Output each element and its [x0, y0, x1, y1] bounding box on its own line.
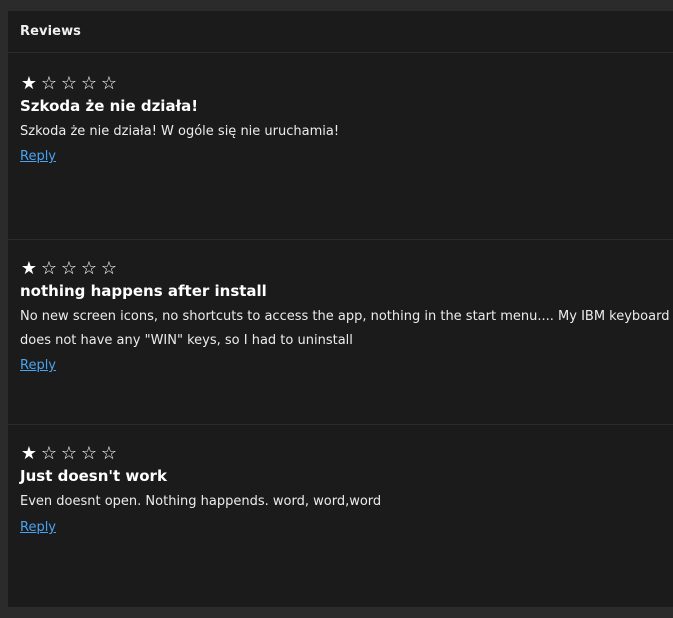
star-empty-icon: ☆: [100, 443, 118, 464]
review-title: Szkoda że nie działa!: [20, 97, 199, 115]
reviews-title: Reviews: [20, 24, 82, 39]
review-item: ★ ☆ ☆ ☆ ☆ Just doesn't work Even doesnt …: [8, 425, 673, 607]
star-empty-icon: ☆: [80, 73, 98, 94]
star-empty-icon: ☆: [80, 443, 98, 464]
star-filled-icon: ★: [20, 258, 38, 279]
star-rating: ★ ☆ ☆ ☆ ☆: [20, 75, 118, 93]
star-empty-icon: ☆: [40, 258, 58, 279]
review-title: Just doesn't work: [20, 467, 167, 485]
star-empty-icon: ☆: [60, 258, 78, 279]
reviews-panel: Reviews ★ ☆ ☆ ☆ ☆ Szkoda że nie działa! …: [8, 11, 673, 607]
star-empty-icon: ☆: [60, 443, 78, 464]
star-empty-icon: ☆: [60, 73, 78, 94]
review-title: nothing happens after install: [20, 282, 267, 300]
star-empty-icon: ☆: [100, 258, 118, 279]
review-body: Even doesnt open. Nothing happends. word…: [20, 494, 382, 509]
star-empty-icon: ☆: [40, 443, 58, 464]
star-empty-icon: ☆: [40, 73, 58, 94]
star-empty-icon: ☆: [80, 258, 98, 279]
star-rating: ★ ☆ ☆ ☆ ☆: [20, 260, 118, 278]
review-item: ★ ☆ ☆ ☆ ☆ nothing happens after install …: [8, 240, 673, 425]
star-filled-icon: ★: [20, 443, 38, 464]
window-top-strip: [0, 0, 673, 11]
reply-link[interactable]: Reply: [20, 520, 56, 535]
window-bottom-strip: [0, 607, 673, 618]
reply-link[interactable]: Reply: [20, 149, 56, 164]
star-empty-icon: ☆: [100, 73, 118, 94]
review-body: Szkoda że nie działa! W ogóle się nie ur…: [20, 124, 340, 139]
reply-link[interactable]: Reply: [20, 358, 56, 373]
review-body: No new screen icons, no shortcuts to acc…: [20, 309, 670, 348]
reviews-header: Reviews: [8, 11, 673, 53]
star-filled-icon: ★: [20, 73, 38, 94]
review-item: ★ ☆ ☆ ☆ ☆ Szkoda że nie działa! Szkoda ż…: [8, 54, 673, 240]
star-rating: ★ ☆ ☆ ☆ ☆: [20, 445, 118, 463]
